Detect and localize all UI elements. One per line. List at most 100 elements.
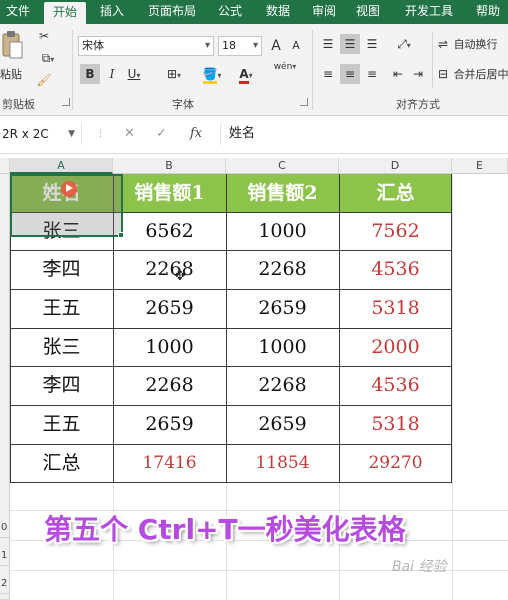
font-size-combo[interactable]: 18 ▾ <box>218 36 262 56</box>
font-name-combo[interactable]: 宋体 ▾ <box>78 36 214 56</box>
wrap-text-button[interactable]: ⇌ 自动换行 <box>438 36 508 54</box>
name-box[interactable]: 2R x 2C ▼ <box>0 123 82 145</box>
row-header[interactable]: 1 <box>0 546 10 566</box>
table-cell[interactable]: 2268 <box>226 366 339 405</box>
grow-font-icon: A <box>271 38 281 54</box>
table-cell[interactable]: 7562 <box>339 212 452 250</box>
column-header-c[interactable]: C <box>226 158 339 174</box>
tab-help[interactable]: 帮助 <box>470 0 506 24</box>
table-cell[interactable]: 1000 <box>226 212 339 250</box>
tab-review[interactable]: 审阅 <box>306 0 342 24</box>
increase-indent-button[interactable]: ⇥ <box>408 64 428 84</box>
total-cell[interactable]: 29270 <box>339 444 452 482</box>
table-cell[interactable]: 5318 <box>339 405 452 444</box>
border-icon: ⊞ <box>166 67 178 81</box>
header-cell-sales2[interactable]: 销售额2 <box>226 174 339 212</box>
table-border <box>10 366 452 367</box>
column-header-b[interactable]: B <box>113 158 226 174</box>
column-header-e[interactable]: E <box>452 158 508 174</box>
table-cell[interactable]: 王五 <box>10 405 113 444</box>
grow-font-button[interactable]: A <box>266 36 286 56</box>
table-cell[interactable]: 李四 <box>10 250 113 289</box>
table-cell[interactable]: 1000 <box>226 328 339 366</box>
table-cell[interactable]: 2268 <box>113 250 226 289</box>
tab-formulas[interactable]: 公式 <box>210 0 250 24</box>
total-cell[interactable]: 17416 <box>113 444 226 482</box>
shrink-font-icon: A <box>292 39 300 52</box>
table-cell[interactable]: 王五 <box>10 289 113 328</box>
column-header-a[interactable]: A <box>10 158 113 174</box>
tab-file[interactable]: 文件 <box>0 0 36 24</box>
align-center-button[interactable]: ≡ <box>340 64 360 84</box>
copy-button[interactable]: ⧉▾ <box>34 48 62 68</box>
bold-button[interactable]: B <box>80 64 100 84</box>
header-cell-total[interactable]: 汇总 <box>339 174 452 212</box>
align-top-button[interactable]: ☰ <box>318 34 338 54</box>
paint-bucket-icon: 🪣 <box>202 67 218 84</box>
cancel-icon[interactable]: ✕ <box>124 126 135 141</box>
table-cell[interactable]: 李四 <box>10 366 113 405</box>
clipboard-launcher[interactable] <box>62 98 70 106</box>
row-header[interactable]: 0 <box>0 518 10 538</box>
fill-handle[interactable] <box>118 232 124 238</box>
table-cell[interactable]: 2000 <box>339 328 452 366</box>
underline-button[interactable]: U▾ <box>122 64 146 84</box>
total-cell[interactable]: 11854 <box>226 444 339 482</box>
decrease-indent-button[interactable]: ⇤ <box>388 64 408 84</box>
formula-input[interactable]: 姓名 <box>220 123 508 145</box>
resize-handle-icon[interactable]: ⋮ <box>96 129 105 139</box>
table-cell[interactable]: 4536 <box>339 366 452 405</box>
merge-center-button[interactable]: ⊟ 合并后居中 <box>438 66 508 84</box>
table-cell[interactable]: 4536 <box>339 250 452 289</box>
table-cell[interactable]: 张三 <box>10 328 113 366</box>
tab-home[interactable]: 开始 <box>44 2 86 24</box>
orientation-button[interactable]: ⤢▾ <box>390 34 418 54</box>
font-launcher[interactable] <box>300 98 308 106</box>
table-cell[interactable]: 1000 <box>113 328 226 366</box>
table-cell[interactable]: 6562 <box>113 212 226 250</box>
table-cell[interactable]: 2268 <box>226 250 339 289</box>
indent-icon: ⇥ <box>412 67 424 81</box>
paste-button[interactable]: 粘贴 <box>0 30 26 88</box>
enter-icon[interactable]: ✓ <box>156 126 167 141</box>
tab-insert[interactable]: 插入 <box>92 0 132 24</box>
phonetic-button[interactable]: wén▾ <box>270 62 300 82</box>
bold-icon: B <box>85 67 95 81</box>
fill-color-button[interactable]: 🪣▾ <box>198 64 226 84</box>
align-right-button[interactable]: ≡ <box>362 64 382 84</box>
orientation-icon: ⤢ <box>397 37 407 51</box>
ribbon-home: 粘贴 ✂ ⧉▾ 🖌 剪贴板 宋体 ▾ 18 ▾ A A B I U▾ ⊞▾ 🪣▾… <box>0 24 508 116</box>
cut-button[interactable]: ✂ <box>34 26 54 46</box>
table-border <box>339 174 340 483</box>
chevron-down-icon: ▼ <box>68 129 75 139</box>
table-cell[interactable]: 2659 <box>113 405 226 444</box>
italic-button[interactable]: I <box>102 64 122 84</box>
tab-data[interactable]: 数据 <box>258 0 298 24</box>
header-cell-sales1[interactable]: 销售额1 <box>113 174 226 212</box>
table-cell[interactable]: 2268 <box>113 366 226 405</box>
table-cell[interactable]: 5318 <box>339 289 452 328</box>
align-middle-button[interactable]: ☰ <box>340 34 360 54</box>
watermark: Bai 经验 <box>392 559 447 575</box>
total-row-label[interactable]: 汇总 <box>10 444 113 482</box>
table-cell[interactable]: 2659 <box>226 405 339 444</box>
borders-button[interactable]: ⊞▾ <box>160 64 188 84</box>
wrap-text-label: 自动换行 <box>453 38 498 51</box>
row-header[interactable]: 2 <box>0 574 10 594</box>
align-center-icon: ≡ <box>344 67 356 81</box>
tab-developer[interactable]: 开发工具 <box>398 0 460 24</box>
format-painter-button[interactable]: 🖌 <box>34 70 54 90</box>
font-color-button[interactable]: A▾ <box>232 64 260 84</box>
align-left-button[interactable]: ≡ <box>318 64 338 84</box>
table-border <box>10 405 452 406</box>
table-cell[interactable]: 2659 <box>226 289 339 328</box>
select-all-corner[interactable] <box>0 158 10 174</box>
table-cell[interactable]: 2659 <box>113 289 226 328</box>
align-bottom-button[interactable]: ☰ <box>362 34 382 54</box>
name-box-value: 2R x 2C <box>2 127 49 141</box>
column-header-d[interactable]: D <box>339 158 452 174</box>
insert-function-icon[interactable]: fx <box>190 126 202 141</box>
tab-view[interactable]: 视图 <box>350 0 386 24</box>
shrink-font-button[interactable]: A <box>286 36 306 56</box>
tab-page-layout[interactable]: 页面布局 <box>140 0 204 24</box>
